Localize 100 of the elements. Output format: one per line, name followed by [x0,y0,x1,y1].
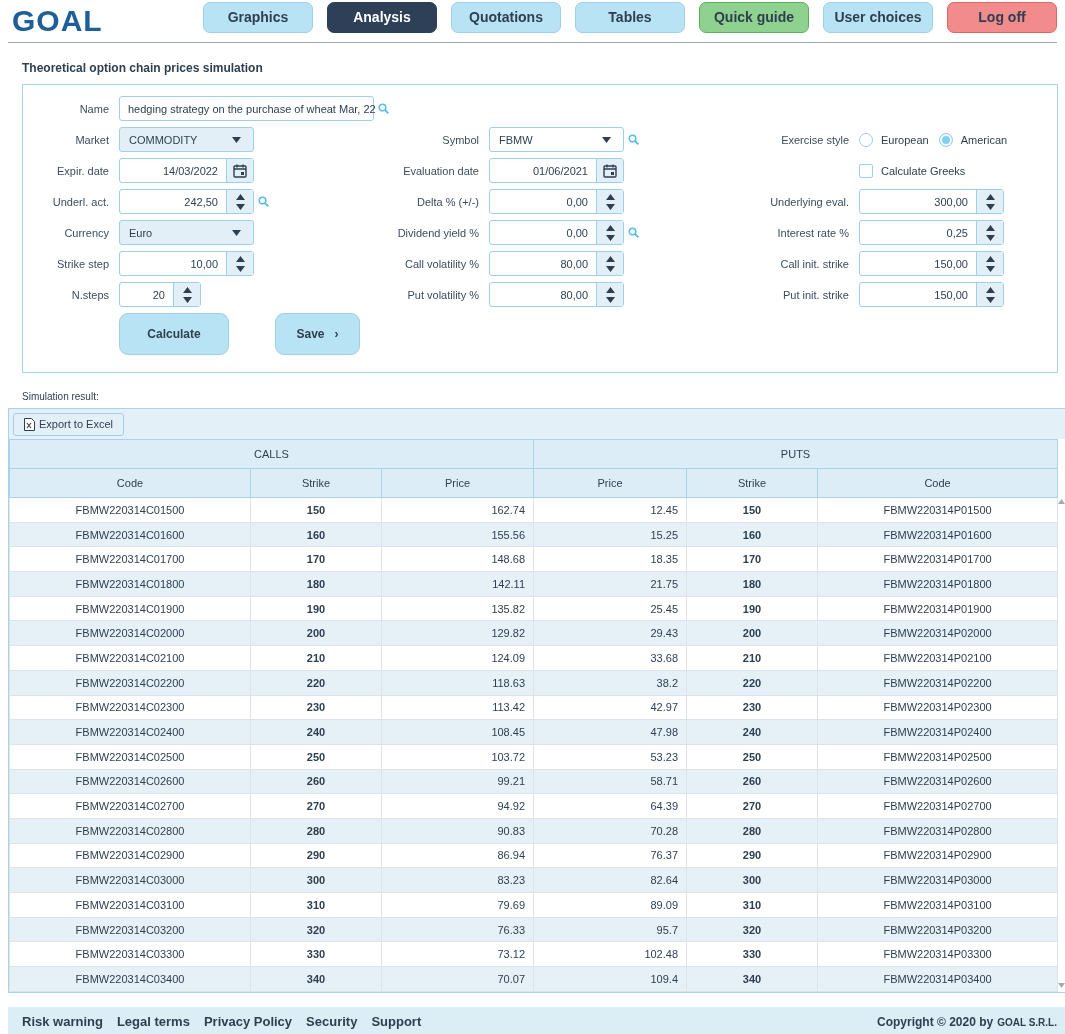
nav-button[interactable]: User choices [823,1,933,33]
calendar-icon[interactable] [603,163,617,178]
number-field[interactable]: 0,25 [859,220,1004,245]
dropdown[interactable]: FBMW [489,127,624,152]
table-cell: FBMW220314P02000 [817,620,1058,646]
field-label: Market [75,133,109,146]
spinner-arrows-icon[interactable] [235,193,245,210]
number-field[interactable]: 10,00 [119,251,254,276]
number-field[interactable]: 150,00 [859,282,1004,307]
footer-link[interactable]: Privacy Policy [203,1014,293,1030]
column-header[interactable]: Price [533,468,687,498]
spinner-arrows-icon[interactable] [985,286,995,303]
table-cell: 118.63 [381,670,534,695]
table-cell: 210 [250,645,382,671]
table-cell: 190 [250,596,382,621]
table-cell: 150 [686,497,818,523]
table-cell: FBMW220314P02400 [817,719,1058,745]
table-cell: FBMW220314P01800 [817,571,1058,597]
table-cell: 180 [250,571,382,597]
table-cell: 129.82 [381,620,534,646]
page-title: Theoretical option chain prices simulation [22,61,264,75]
checkbox-option[interactable]: Calculate Greeks [859,163,966,178]
table-cell: FBMW220314P03300 [817,941,1058,967]
radio-button[interactable] [859,132,873,147]
column-header[interactable]: Strike [250,468,382,498]
name-field[interactable]: hedging strategy on the purchase of wheat Mar, 22 [119,96,374,121]
date-field[interactable]: 01/06/2021 [489,158,624,183]
table-cell: FBMW220314C02000 [9,620,251,646]
spinner-arrows-icon[interactable] [182,286,192,303]
table-cell: FBMW220314C01800 [9,571,251,597]
footer-link[interactable]: Risk warning [22,1014,103,1030]
table-cell: FBMW220314C03200 [9,917,251,942]
radio-option[interactable]: American [938,132,1008,147]
footer-link[interactable]: Security [306,1014,358,1030]
table-cell: 89.09 [533,892,687,918]
nav-button[interactable]: Analysis [327,1,437,33]
table-cell: 95.7 [533,917,687,942]
table-cell: 124.09 [381,645,534,671]
table-cell: 94.92 [381,793,534,819]
goal-logo[interactable]: GOAL [12,4,203,38]
table-cell: FBMW220314C02700 [9,793,251,819]
table-cell: 340 [686,966,818,992]
table-cell: 210 [686,645,818,671]
field-label: Exercise style [781,133,849,146]
field-label: Put init. strike [782,288,849,301]
table-cell: 15.25 [533,522,687,547]
field-label: Currency [64,226,109,239]
group-header: PUTS [533,439,1058,469]
spinner-arrows-icon[interactable] [235,255,245,272]
caret-icon [602,136,611,143]
column-header[interactable]: Price [381,468,534,498]
spinner-arrows-icon[interactable] [985,224,995,241]
number-field[interactable]: 0,00 [489,189,624,214]
dropdown[interactable]: COMMODITY [119,127,254,152]
spinner-arrows-icon[interactable] [605,255,615,272]
nav-button[interactable]: Quotations [451,1,561,33]
number-field[interactable]: 20 [119,282,201,307]
footer-link[interactable]: Support [371,1014,422,1030]
number-field[interactable]: 0,00 [489,220,624,245]
spinner-arrows-icon[interactable] [605,193,615,210]
column-header[interactable]: Code [9,468,251,498]
caret-icon [232,229,241,236]
radio-button[interactable] [938,132,953,147]
action-button[interactable]: Calculate [119,313,229,355]
number-field[interactable]: 242,50 [119,189,254,214]
number-field[interactable]: 80,00 [489,282,624,307]
column-header[interactable]: Code [817,468,1058,498]
table-cell: FBMW220314C02900 [9,843,251,868]
nav-button[interactable]: Log off [947,1,1057,33]
nav-button[interactable]: Graphics [203,1,313,33]
calendar-icon[interactable] [233,163,247,178]
number-field[interactable]: 300,00 [859,189,1004,214]
export-button[interactable]: Export to Excel [13,412,124,436]
date-field[interactable]: 14/03/2022 [119,158,254,183]
dropdown[interactable]: Euro [119,220,254,245]
table-cell: FBMW220314P02700 [817,793,1058,819]
table-cell: FBMW220314C02500 [9,744,251,770]
checkbox[interactable] [859,163,873,178]
table-cell: FBMW220314C02200 [9,670,251,695]
table-cell: 200 [686,620,818,646]
spinner-arrows-icon[interactable] [605,286,615,303]
field-label: Dividend yield % [397,226,479,239]
table-cell: 200 [250,620,382,646]
action-button[interactable]: Save › [275,313,360,355]
table-cell: 47.98 [533,719,687,745]
nav-button[interactable]: Quick guide [699,1,809,33]
spinner-arrows-icon[interactable] [605,224,615,241]
radio-option[interactable]: European [859,132,929,147]
spinner-arrows-icon[interactable] [985,193,995,210]
table-cell: 220 [686,670,818,695]
column-header[interactable]: Strike [686,468,818,498]
number-field[interactable]: 80,00 [489,251,624,276]
table-cell: 250 [686,744,818,770]
footer-link[interactable]: Legal terms [116,1014,190,1030]
number-field[interactable]: 150,00 [859,251,1004,276]
spinner-arrows-icon[interactable] [985,255,995,272]
nav-button[interactable]: Tables [575,1,685,33]
table-cell: FBMW220314C03400 [9,966,251,992]
table-cell: 330 [686,941,818,967]
table-cell: 300 [686,867,818,893]
